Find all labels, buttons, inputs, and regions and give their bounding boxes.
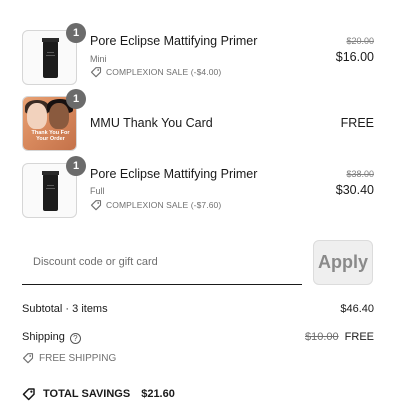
subtotal-label: Subtotal · 3 items — [22, 303, 108, 315]
item-price: $16.00 — [335, 50, 374, 64]
shipping-label: Shipping — [22, 331, 65, 343]
primer-tube-image — [42, 38, 59, 78]
shipping-value: FREE — [344, 331, 374, 343]
savings-value: $21.60 — [141, 388, 175, 400]
discount-label: COMPLEXION SALE (-$7.60) — [90, 199, 221, 211]
shipping-discount-label: FREE SHIPPING — [22, 352, 116, 364]
original-price: $38.00 — [346, 169, 374, 179]
tag-icon — [22, 353, 34, 364]
product-variant: Mini — [90, 54, 107, 64]
total-savings: TOTAL SAVINGS $21.60 — [22, 387, 175, 401]
card-image-text: Thank You For Your Order — [31, 130, 70, 142]
discount-code-input[interactable] — [22, 240, 302, 284]
shipping-price: $10.00 FREE — [305, 331, 374, 343]
discount-field-wrapper — [22, 240, 302, 285]
subtotal-row: Subtotal · 3 items $46.40 — [22, 303, 374, 315]
cart-item: 1 Pore Eclipse Mattifying Primer Full CO… — [22, 156, 374, 219]
tag-icon — [90, 67, 102, 78]
quantity-badge: 1 — [66, 89, 86, 109]
cart-item: 1 Pore Eclipse Mattifying Primer Mini CO… — [22, 23, 374, 86]
quantity-badge: 1 — [66, 156, 86, 176]
subtotal-value: $46.40 — [340, 303, 374, 315]
tag-icon — [90, 200, 102, 211]
product-name: MMU Thank You Card — [90, 116, 213, 130]
shipping-discount-text: FREE SHIPPING — [39, 352, 117, 364]
shipping-original-price: $10.00 — [305, 331, 339, 343]
item-price: $30.40 — [335, 183, 374, 197]
question-circle-icon[interactable]: ? — [69, 333, 81, 344]
product-name: Pore Eclipse Mattifying Primer — [90, 167, 258, 181]
discount-text: COMPLEXION SALE (-$7.60) — [106, 200, 222, 210]
discount-label: COMPLEXION SALE (-$4.00) — [90, 66, 221, 78]
primer-tube-image — [42, 171, 59, 211]
product-name: Pore Eclipse Mattifying Primer — [90, 34, 258, 48]
quantity-badge: 1 — [66, 23, 86, 43]
original-price: $20.00 — [346, 36, 374, 46]
tag-icon — [22, 388, 35, 401]
cart-item: Thank You For Your Order 1 MMU Thank You… — [22, 89, 374, 152]
item-price: FREE — [340, 116, 374, 130]
product-variant: Full — [90, 186, 105, 196]
shipping-row: Shipping? $10.00 FREE — [22, 331, 374, 344]
apply-button[interactable]: Apply — [313, 240, 373, 285]
discount-text: COMPLEXION SALE (-$4.00) — [106, 67, 222, 77]
savings-label: TOTAL SAVINGS — [43, 388, 131, 400]
